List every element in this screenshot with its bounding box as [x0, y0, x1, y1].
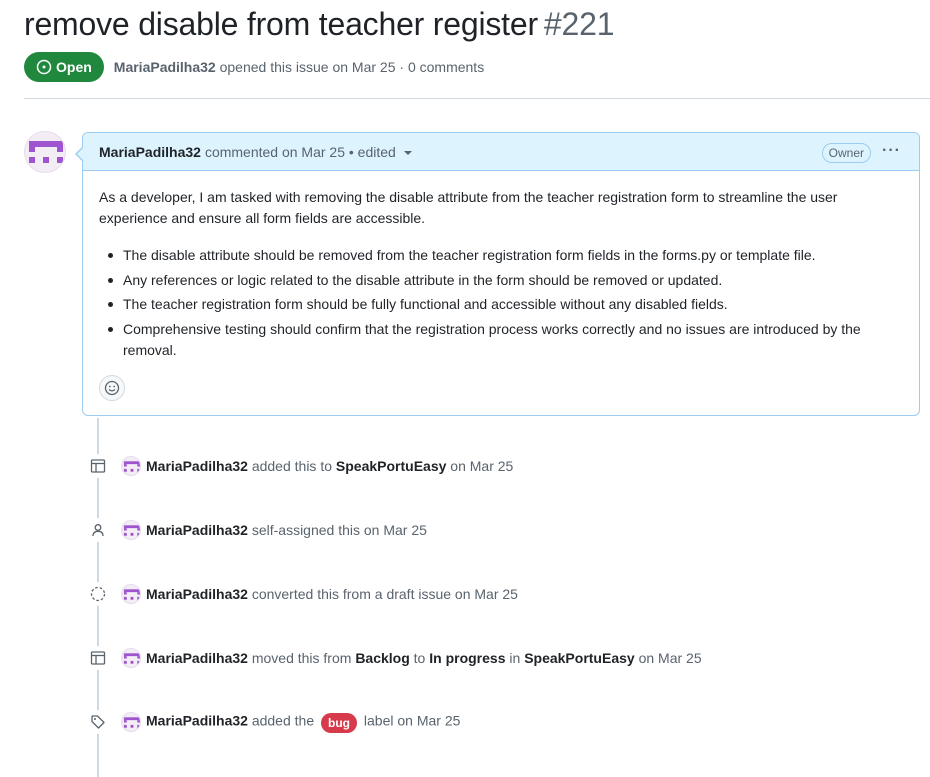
kebab-menu-icon[interactable]: ··· [882, 142, 901, 160]
timeline-text-part: label on Mar 25 [363, 712, 461, 729]
header-divider [24, 98, 930, 99]
timeline-text-part: in [509, 650, 521, 666]
timeline-text: MariaPadilha32 added the bug label on Ma… [146, 712, 461, 733]
dashed-circle-icon [86, 582, 110, 606]
table-icon [86, 454, 110, 478]
chevron-down-icon[interactable] [403, 151, 412, 155]
issue-author-link[interactable]: MariaPadilha32 [114, 59, 216, 75]
timeline-text: MariaPadilha32 moved this from Backlog t… [146, 650, 702, 666]
avatar[interactable] [121, 712, 141, 732]
timeline-item-project-added: MariaPadilha32 added this to SpeakPortuE… [86, 454, 513, 478]
comment-header: MariaPadilha32 commented on Mar 25 • edi… [83, 133, 919, 171]
issue-title: remove disable from teacher register #221 [24, 6, 615, 43]
timeline-text-part: added this to [251, 458, 332, 474]
timeline-item-converted: MariaPadilha32 converted this from a dra… [86, 582, 518, 606]
avatar[interactable] [121, 648, 141, 668]
actor-link[interactable]: MariaPadilha32 [146, 713, 248, 729]
timeline-item-moved: MariaPadilha32 moved this from Backlog t… [86, 646, 702, 670]
add-reaction-button[interactable] [99, 375, 125, 401]
timeline-text-part: on Mar 25 [450, 458, 514, 474]
avatar[interactable] [24, 131, 66, 173]
actor-link[interactable]: MariaPadilha32 [146, 586, 248, 602]
list-item: The teacher registration form should be … [99, 294, 903, 315]
comment-intro: As a developer, I am tasked with removin… [99, 189, 838, 226]
list-item: Comprehensive testing should confirm tha… [99, 319, 903, 361]
list-item: The disable attribute should be removed … [99, 245, 903, 266]
column-from: Backlog [355, 650, 410, 666]
timeline-text: MariaPadilha32 added this to SpeakPortuE… [146, 458, 513, 474]
timeline-text-part: to [413, 650, 426, 666]
issue-meta: Open MariaPadilha32 opened this issue on… [24, 52, 484, 82]
actor-link[interactable]: MariaPadilha32 [146, 650, 248, 666]
project-link[interactable]: SpeakPortuEasy [524, 650, 635, 666]
avatar[interactable] [121, 584, 141, 604]
column-to: In progress [429, 650, 506, 666]
comment-meta[interactable]: commented on Mar 25 • edited [205, 144, 396, 160]
opened-text: opened this issue on Mar 25 · 0 comments [219, 59, 485, 75]
owner-badge: Owner [821, 143, 871, 163]
comment-author-link[interactable]: MariaPadilha32 [99, 144, 201, 160]
timeline-text: MariaPadilha32 self-assigned this on Mar… [146, 522, 427, 538]
comment-body: As a developer, I am tasked with removin… [83, 171, 919, 361]
tag-icon [86, 710, 110, 734]
comment-box: MariaPadilha32 commented on Mar 25 • edi… [75, 132, 920, 416]
identicon-avatar [29, 141, 63, 163]
bug-label[interactable]: bug [321, 713, 358, 733]
issue-title-text: remove disable from teacher register [24, 6, 538, 42]
avatar[interactable] [121, 456, 141, 476]
timeline-text-part: self-assigned this on Mar 25 [251, 522, 427, 538]
timeline-item-self-assigned: MariaPadilha32 self-assigned this on Mar… [86, 518, 427, 542]
meta-text: MariaPadilha32 opened this issue on Mar … [114, 59, 484, 75]
comment-bullet-list: The disable attribute should be removed … [99, 245, 903, 361]
state-label: Open [56, 59, 92, 75]
timeline-item-labeled: MariaPadilha32 added the bug label on Ma… [86, 710, 460, 734]
person-icon [86, 518, 110, 542]
issue-number: #221 [543, 6, 615, 42]
issue-opened-icon [36, 59, 52, 75]
timeline-text-part: converted this from a draft issue on Mar… [251, 586, 518, 602]
timeline-text: MariaPadilha32 converted this from a dra… [146, 586, 518, 602]
timeline-text-part: moved this from [251, 650, 352, 666]
actor-link[interactable]: MariaPadilha32 [146, 522, 248, 538]
avatar[interactable] [121, 520, 141, 540]
state-badge-open: Open [24, 52, 104, 82]
project-link[interactable]: SpeakPortuEasy [336, 458, 447, 474]
actor-link[interactable]: MariaPadilha32 [146, 458, 248, 474]
table-icon [86, 646, 110, 670]
list-item: Any references or logic related to the d… [99, 270, 903, 291]
timeline-text-part: added the [251, 712, 315, 729]
smiley-icon [104, 380, 120, 396]
timeline-text-part: on Mar 25 [638, 650, 702, 666]
